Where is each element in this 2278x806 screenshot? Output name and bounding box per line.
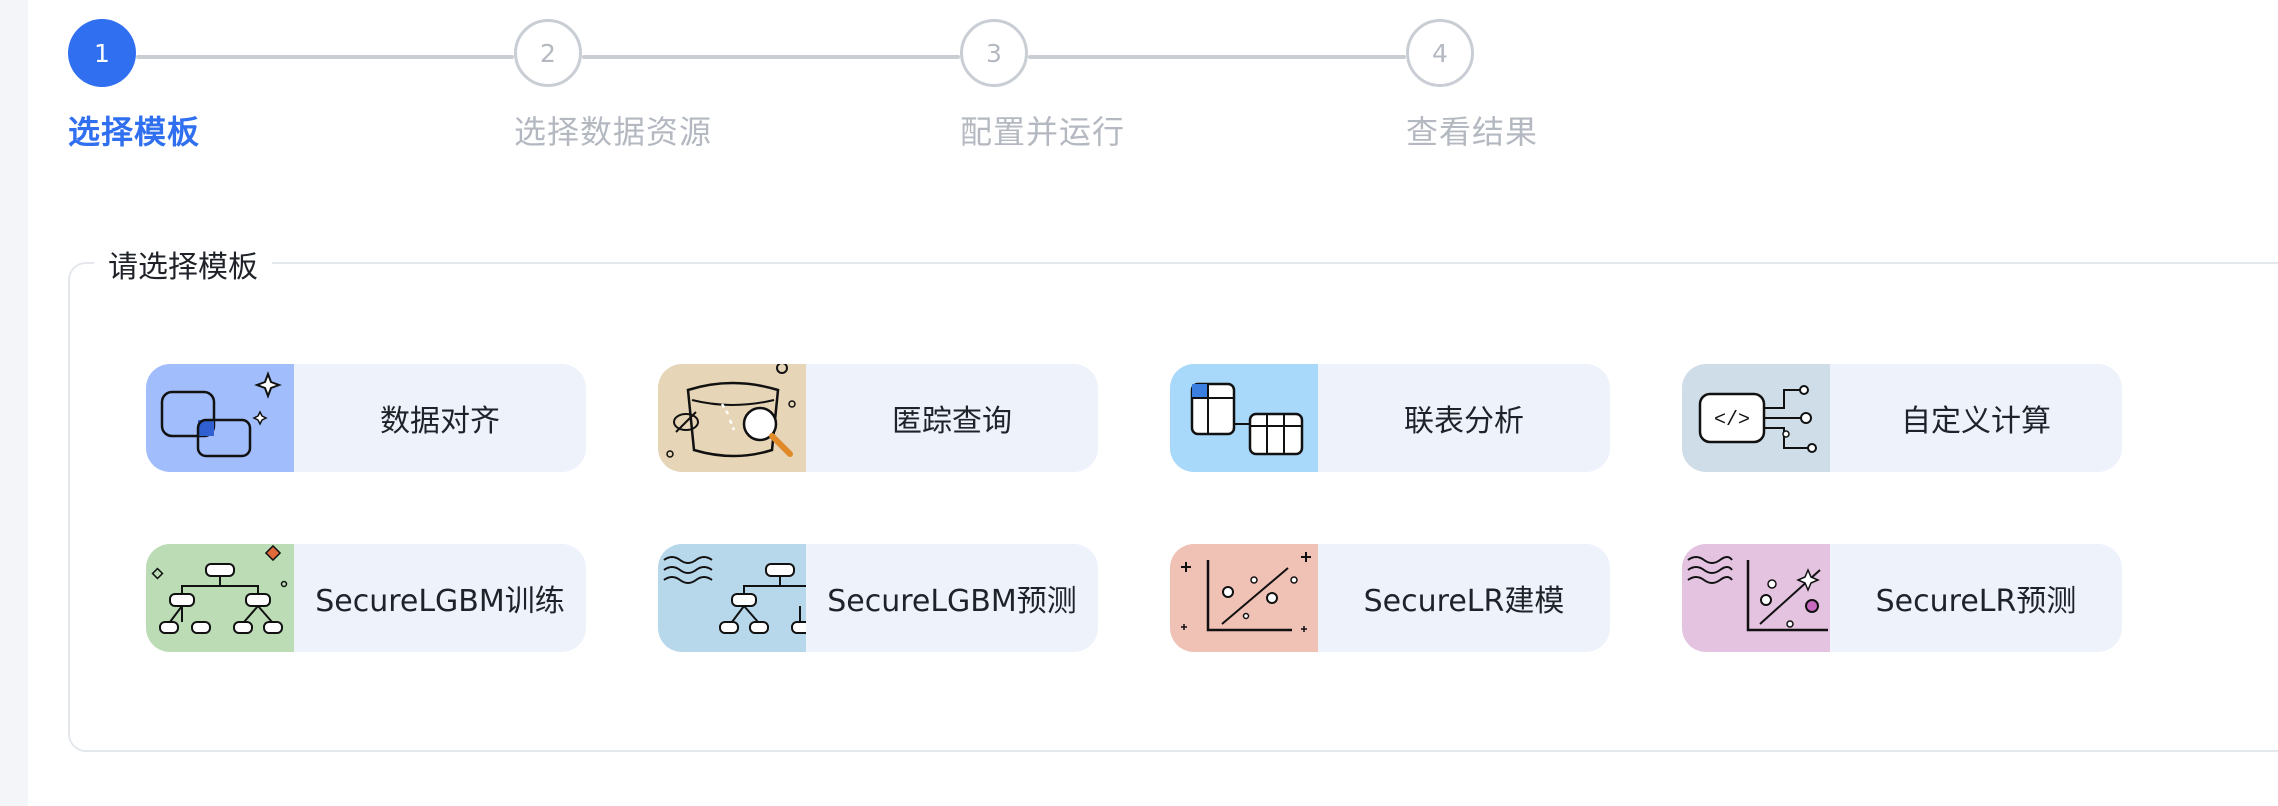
svg-text:</>: </> [1714,409,1750,432]
step-3-number[interactable]: 3 [960,19,1028,87]
step-4-label[interactable]: 查看结果 [1406,107,1538,153]
template-label: SecureLGBM预测 [827,584,1077,619]
template-label: SecureLR预测 [1875,584,2077,619]
step-1-label[interactable]: 选择模板 [68,107,200,153]
template-panel [68,262,2278,752]
template-label: 匿踪查询 [892,404,1012,439]
custom-code-icon: </> [1682,364,1830,472]
template-card-hidden-query[interactable]: 匿踪查询 [658,364,1098,472]
step-2-label[interactable]: 选择数据资源 [514,107,712,153]
template-card-joined-table-analysis[interactable]: 联表分析 [1170,364,1610,472]
template-label: 联表分析 [1404,404,1524,439]
template-label: SecureLR建模 [1363,584,1565,619]
template-card-securelgbm-train[interactable]: SecureLGBM训练 [146,544,586,652]
step-connector [582,55,960,59]
joined-tables-icon [1170,364,1318,472]
panel-title: 请选择模板 [94,242,272,286]
overlapping-windows-icon [146,364,294,472]
left-sidebar-edge [0,0,28,806]
template-card-securelr-predict[interactable]: SecureLR预测 [1682,544,2122,652]
step-1-number[interactable]: 1 [68,19,136,87]
step-progress: 1 2 3 4 选择模板 选择数据资源 配置并运行 查看结果 [68,19,1588,159]
template-card-custom-compute[interactable]: </> 自定义计算 [1682,364,2122,472]
template-card-data-alignment[interactable]: 数据对齐 [146,364,586,472]
template-label: 数据对齐 [380,404,500,439]
template-label: SecureLGBM训练 [315,584,565,619]
tree-model-train-icon [146,544,294,652]
hidden-search-icon [658,364,806,472]
template-card-securelr-modeling[interactable]: SecureLR建模 [1170,544,1610,652]
template-card-securelgbm-predict[interactable]: SecureLGBM预测 [658,544,1098,652]
tree-model-predict-icon [658,544,806,652]
step-3-label[interactable]: 配置并运行 [960,107,1125,153]
step-connector [1028,55,1406,59]
step-4-number[interactable]: 4 [1406,19,1474,87]
step-2-number[interactable]: 2 [514,19,582,87]
template-label: 自定义计算 [1901,404,2051,439]
regression-model-icon [1170,544,1318,652]
step-connector [136,55,514,59]
regression-predict-icon [1682,544,1830,652]
